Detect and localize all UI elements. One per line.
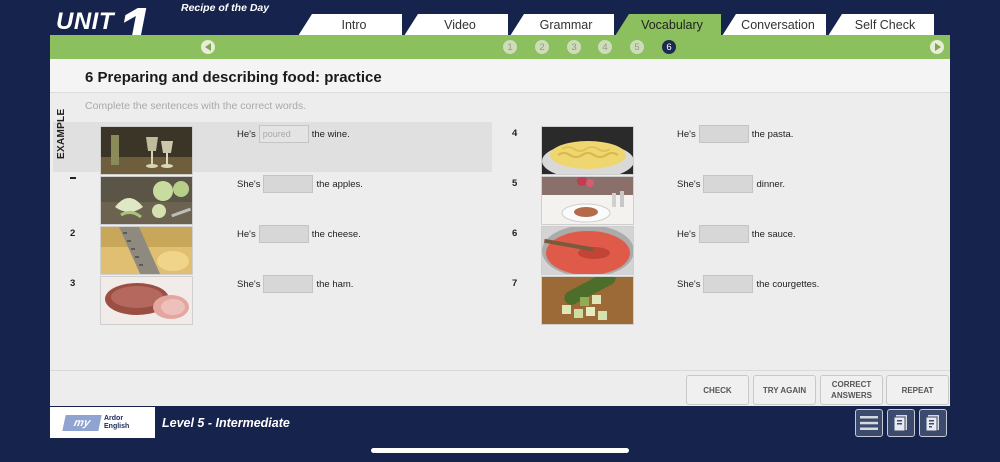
notebook-icon — [893, 415, 907, 432]
answer-field-7[interactable] — [703, 275, 754, 293]
logo-line: Ardor — [104, 414, 124, 422]
unit-label: UNIT — [56, 8, 114, 35]
home-indicator[interactable] — [371, 448, 629, 453]
sentence-end: the apples. — [316, 178, 363, 190]
tab-vocabulary[interactable]: Vocabulary — [615, 14, 721, 36]
step-6[interactable]: 6 — [662, 40, 676, 54]
sentence-end: the sauce. — [751, 228, 796, 240]
wine-glasses-image — [100, 126, 193, 175]
prev-arrow-button[interactable] — [201, 40, 215, 54]
example-marker — [70, 177, 76, 179]
sentence-start: He's — [677, 128, 696, 140]
logo-mark: my — [62, 414, 102, 431]
book-button[interactable] — [919, 409, 947, 437]
step-5[interactable]: 5 — [630, 40, 644, 54]
sentence-example: He's poured the wine. — [237, 124, 350, 144]
logo-line: English — [104, 422, 130, 430]
lesson-subtitle: Recipe of the Day — [181, 2, 270, 14]
dinner-image — [541, 176, 634, 225]
chevron-right-icon — [935, 43, 941, 51]
sentence-2: He's the cheese. — [237, 224, 361, 244]
step-4[interactable]: 4 — [598, 40, 612, 54]
sentence-start: She's — [237, 278, 261, 290]
sentence-start: She's — [677, 278, 701, 290]
book-icon — [925, 415, 939, 432]
menu-icon — [860, 416, 878, 430]
sentence-end: the cheese. — [311, 228, 361, 240]
sentence-end: the pasta. — [751, 128, 794, 140]
step-3[interactable]: 3 — [567, 40, 581, 54]
answer-field-1[interactable] — [263, 175, 314, 193]
tab-conversation[interactable]: Conversation — [722, 14, 826, 36]
sentence-start: She's — [237, 178, 261, 190]
button-label: CORRECT — [831, 380, 872, 389]
item-number: 4 — [512, 128, 518, 139]
divider — [50, 370, 950, 371]
answer-field-2[interactable] — [258, 225, 309, 243]
notes-button[interactable] — [887, 409, 915, 437]
repeat-button[interactable]: REPEAT — [886, 375, 949, 405]
answer-field-4[interactable] — [698, 125, 749, 143]
sentence-6: He's the sauce. — [677, 224, 796, 244]
check-button[interactable]: CHECK — [686, 375, 749, 405]
try-again-button[interactable]: TRY AGAIN — [753, 375, 816, 405]
sentence-end: dinner. — [756, 178, 785, 190]
tomato-sauce-image — [541, 226, 634, 275]
correct-answers-button[interactable]: CORRECT ANSWERS — [820, 375, 883, 405]
sentence-5: She's dinner. — [677, 174, 785, 194]
sentence-end: the ham. — [316, 278, 354, 290]
sentence-7: She's the courgettes. — [677, 274, 819, 294]
sentence-4: He's the pasta. — [677, 124, 793, 144]
apples-image — [100, 176, 193, 225]
answer-field-3[interactable] — [263, 275, 314, 293]
step-2[interactable]: 2 — [535, 40, 549, 54]
tab-video[interactable]: Video — [404, 14, 508, 36]
navigation-bar — [50, 35, 950, 59]
sentence-end: the courgettes. — [756, 278, 820, 290]
example-label: EXAMPLE — [56, 108, 67, 159]
answer-field-6[interactable] — [698, 225, 749, 243]
tab-grammar[interactable]: Grammar — [510, 14, 614, 36]
tab-intro[interactable]: Intro — [298, 14, 402, 36]
item-number: 5 — [512, 178, 518, 189]
pasta-image — [541, 126, 634, 175]
answer-field-5[interactable] — [703, 175, 754, 193]
sentence-start: He's — [237, 128, 256, 140]
ham-image — [100, 276, 193, 325]
menu-button[interactable] — [855, 409, 883, 437]
item-number: 7 — [512, 278, 518, 289]
tab-self-check[interactable]: Self Check — [828, 14, 934, 36]
sentence-start: She's — [677, 178, 701, 190]
level-label: Level 5 - Intermediate — [162, 416, 290, 430]
item-number: 3 — [70, 278, 76, 289]
page-title: 6 Preparing and describing food: practic… — [85, 69, 382, 86]
logo-text: Ardor English — [104, 415, 129, 431]
sentence-3: She's the ham. — [237, 274, 353, 294]
courgettes-image — [541, 276, 634, 325]
button-label: ANSWERS — [831, 391, 872, 400]
sentence-end: the wine. — [311, 128, 350, 140]
answer-field-example: poured — [258, 125, 309, 143]
item-number: 2 — [70, 228, 76, 239]
sentence-start: He's — [677, 228, 696, 240]
sentence-start: He's — [237, 228, 256, 240]
step-1[interactable]: 1 — [503, 40, 517, 54]
grated-cheese-image — [100, 226, 193, 275]
item-number: 6 — [512, 228, 518, 239]
chevron-left-icon — [204, 43, 211, 51]
instruction-text: Complete the sentences with the correct … — [85, 100, 307, 112]
exercise-panel: 6 Preparing and describing food: practic… — [50, 59, 950, 406]
ardor-english-logo: my Ardor English — [50, 407, 155, 438]
sentence-1: She's the apples. — [237, 174, 363, 194]
next-arrow-button[interactable] — [930, 40, 944, 54]
